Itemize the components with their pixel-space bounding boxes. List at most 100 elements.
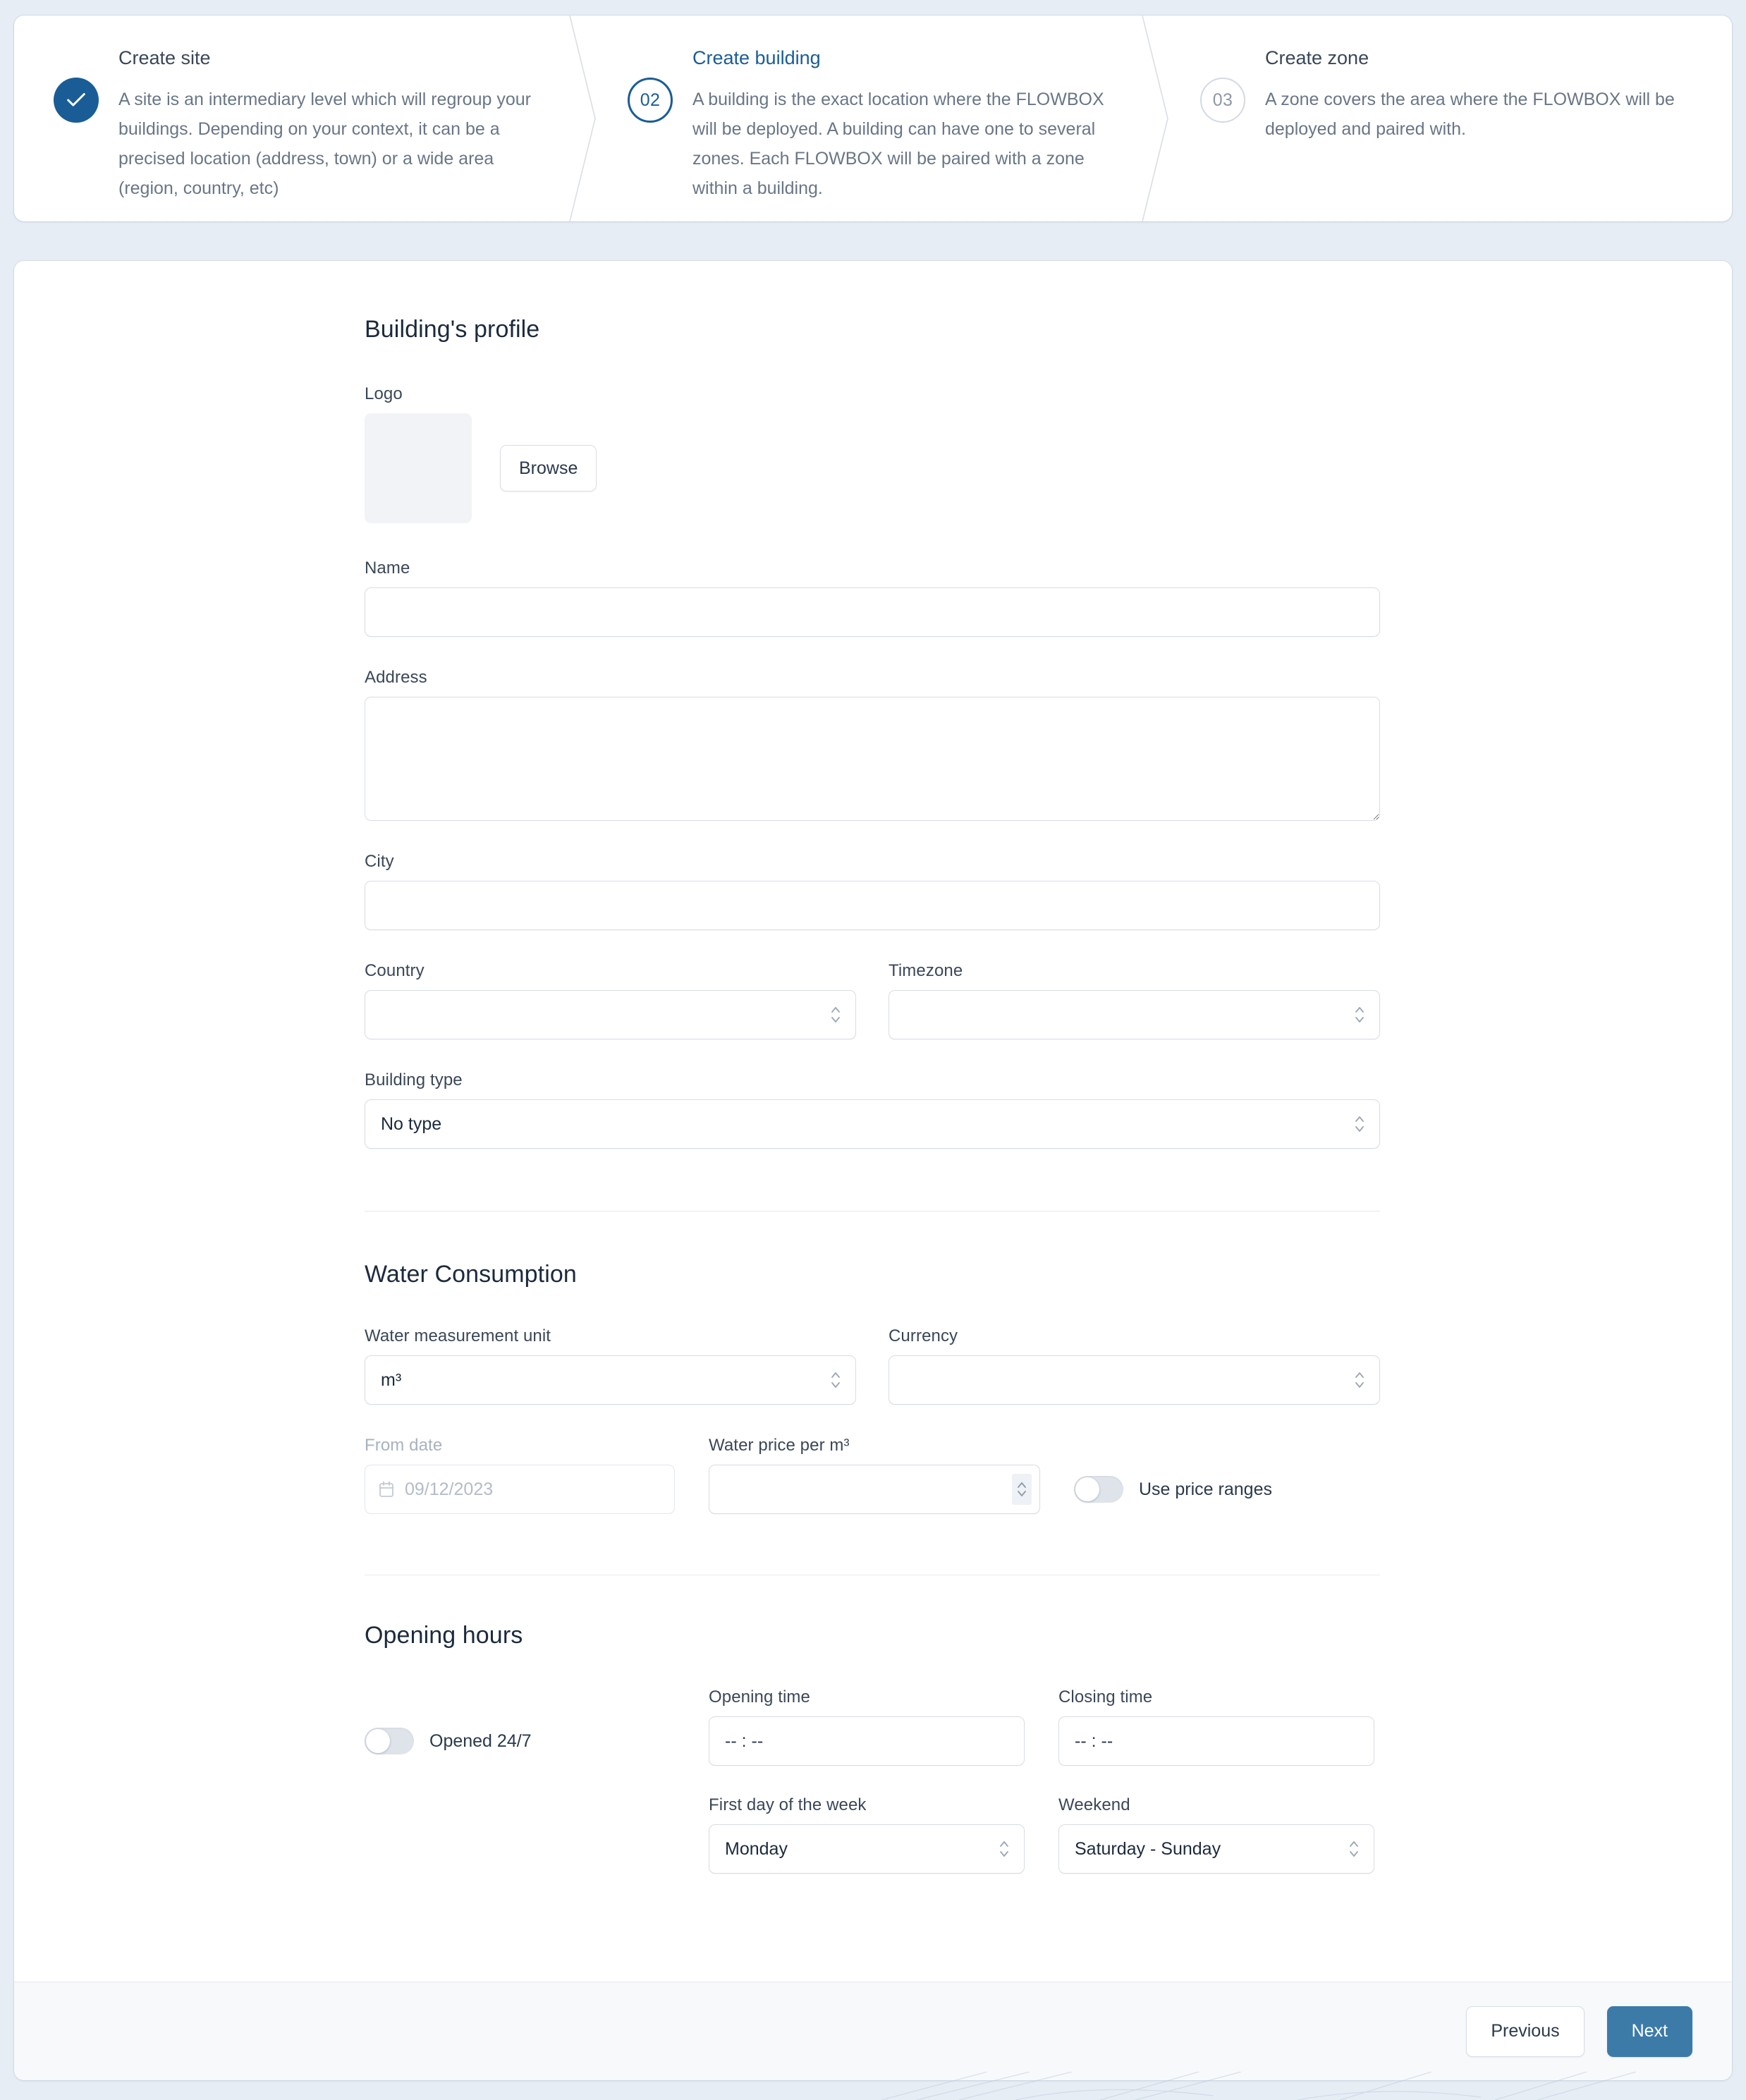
form-body: Building's profile Logo Browse Name Addr… (14, 261, 1732, 1982)
water-price-number-wrap (709, 1465, 1040, 1514)
weekend-label: Weekend (1058, 1795, 1130, 1814)
address-field: Address (365, 668, 1380, 821)
country-field: Country (365, 961, 856, 1039)
opening-time-field: Opening time -- : -- (709, 1687, 1025, 1766)
opening-time-input[interactable]: -- : -- (709, 1716, 1025, 1766)
step-badge-number: 03 (1212, 90, 1233, 110)
water-price-label: Water price per m³ (709, 1436, 850, 1455)
check-icon (67, 93, 85, 106)
chevron-updown-icon (829, 1368, 843, 1392)
timezone-field: Timezone (889, 961, 1380, 1039)
water-price-field: Water price per m³ (709, 1436, 1040, 1514)
form-column: Building's profile Logo Browse Name Addr… (365, 261, 1380, 1874)
form-footer: Previous Next (14, 1982, 1732, 2080)
page-title: Building's profile (365, 316, 540, 343)
address-textarea[interactable] (365, 697, 1380, 821)
timezone-select[interactable] (889, 990, 1380, 1039)
opened-247-row: Opened 24/7 (365, 1728, 675, 1766)
toggle-knob (1075, 1477, 1099, 1501)
calendar-icon (378, 1480, 395, 1498)
name-label: Name (365, 558, 410, 578)
first-day-label: First day of the week (709, 1795, 867, 1814)
use-price-ranges-toggle[interactable] (1074, 1476, 1123, 1503)
from-date-label: From date (365, 1436, 443, 1455)
water-unit-value: m³ (381, 1369, 402, 1390)
step-title: Create zone (1265, 47, 1369, 68)
name-input[interactable] (365, 587, 1380, 637)
first-day-field: First day of the week Monday (709, 1795, 1025, 1874)
building-type-value: No type (381, 1113, 442, 1134)
first-day-value: Monday (725, 1838, 788, 1859)
from-date-value: 09/12/2023 (405, 1479, 494, 1499)
from-date-input[interactable]: 09/12/2023 (365, 1465, 675, 1514)
previous-button[interactable]: Previous (1466, 2006, 1585, 2057)
step-description: A zone covers the area where the FLOWBOX… (1265, 89, 1675, 139)
opened-247-toggle[interactable] (365, 1728, 414, 1754)
weekend-value: Saturday - Sunday (1075, 1838, 1221, 1859)
chevron-updown-icon (1353, 1368, 1367, 1392)
opening-hours-row: Opened 24/7 Opening time -- : -- Closing… (365, 1687, 1380, 1766)
opening-time-label: Opening time (709, 1687, 810, 1707)
water-unit-select[interactable]: m³ (365, 1355, 856, 1405)
stepper-step-create-building[interactable]: 02 Create building A building is the exa… (587, 16, 1168, 221)
step-text-block: Create site A site is an intermediary le… (99, 47, 577, 203)
week-settings-row: First day of the week Monday Weekend Sat… (365, 1795, 1380, 1874)
closing-time-label: Closing time (1058, 1687, 1153, 1707)
logo-preview[interactable] (365, 413, 472, 523)
logo-row: Browse (365, 413, 1380, 523)
step-badge-todo: 03 (1200, 78, 1245, 123)
country-timezone-row: Country Timezone (365, 961, 1380, 1039)
stepper-step-create-site[interactable]: Create site A site is an intermediary le… (14, 16, 596, 221)
currency-field: Currency (889, 1326, 1380, 1405)
closing-time-input[interactable]: -- : -- (1058, 1716, 1374, 1766)
price-row: From date 09/12/2023 Water price per m³ (365, 1436, 1380, 1514)
step-badge-number: 02 (640, 90, 661, 110)
city-input[interactable] (365, 881, 1380, 930)
water-section-title: Water Consumption (365, 1261, 577, 1288)
timezone-label: Timezone (889, 961, 963, 980)
currency-select[interactable] (889, 1355, 1380, 1405)
country-select[interactable] (365, 990, 856, 1039)
building-type-select[interactable]: No type (365, 1099, 1380, 1149)
stepper-step-create-zone[interactable]: 03 Create zone A zone covers the area wh… (1159, 16, 1732, 221)
step-text-block: Create zone A zone covers the area where… (1245, 47, 1709, 144)
next-button[interactable]: Next (1606, 2006, 1692, 2057)
building-type-label: Building type (365, 1070, 463, 1089)
logo-field: Logo Browse (365, 384, 1380, 523)
weekend-select[interactable]: Saturday - Sunday (1058, 1824, 1374, 1874)
weekend-field: Weekend Saturday - Sunday (1058, 1795, 1374, 1874)
first-day-select[interactable]: Monday (709, 1824, 1025, 1874)
name-field: Name (365, 558, 1380, 637)
opening-time-value: -- : -- (725, 1730, 764, 1751)
number-spinner-icon[interactable] (1012, 1474, 1032, 1505)
onboarding-stepper: Create site A site is an intermediary le… (14, 16, 1732, 221)
step-description: A site is an intermediary level which wi… (118, 89, 531, 198)
step-description: A building is the exact location where t… (692, 89, 1104, 198)
unit-currency-row: Water measurement unit m³ Currency (365, 1326, 1380, 1405)
building-type-field: Building type No type (365, 1070, 1380, 1149)
step-title: Create building (692, 47, 821, 68)
toggle-knob (366, 1729, 390, 1753)
opened-247-label: Opened 24/7 (429, 1730, 532, 1751)
step-title: Create site (118, 47, 211, 68)
from-date-field: From date 09/12/2023 (365, 1436, 675, 1514)
step-badge-current: 02 (628, 78, 673, 123)
browse-button[interactable]: Browse (500, 445, 597, 492)
country-label: Country (365, 961, 425, 980)
step-badge-done (54, 78, 99, 123)
chevron-updown-icon (829, 1003, 843, 1027)
chevron-updown-icon (1347, 1837, 1361, 1861)
step-text-block: Create building A building is the exact … (673, 47, 1151, 203)
chevron-updown-icon (1353, 1003, 1367, 1027)
closing-time-value: -- : -- (1075, 1730, 1113, 1751)
water-unit-label: Water measurement unit (365, 1326, 551, 1345)
use-price-ranges-label: Use price ranges (1139, 1479, 1272, 1499)
currency-label: Currency (889, 1326, 958, 1345)
water-unit-field: Water measurement unit m³ (365, 1326, 856, 1405)
use-price-ranges-row: Use price ranges (1074, 1476, 1272, 1514)
closing-time-field: Closing time -- : -- (1058, 1687, 1374, 1766)
address-label: Address (365, 668, 427, 687)
water-price-input[interactable] (709, 1465, 1040, 1514)
logo-label: Logo (365, 384, 403, 403)
building-form-card: Building's profile Logo Browse Name Addr… (14, 261, 1732, 2080)
